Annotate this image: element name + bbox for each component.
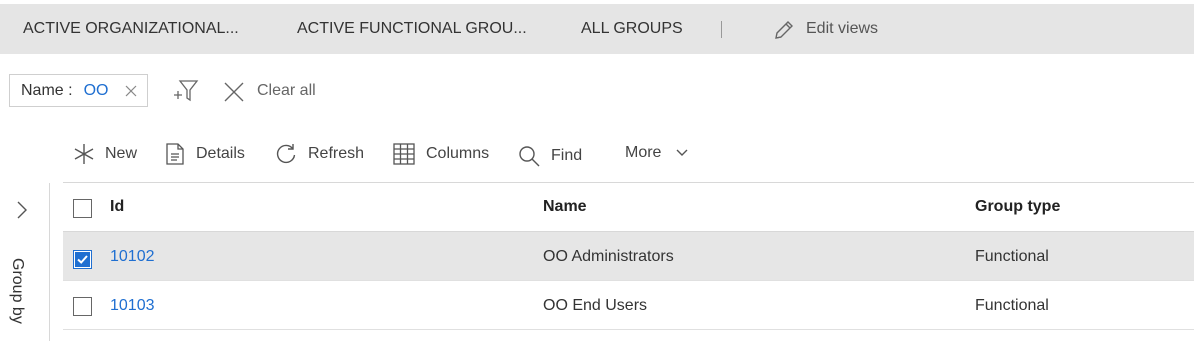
tab-active-organizational[interactable]: ACTIVE ORGANIZATIONAL...	[23, 4, 239, 54]
column-header-group-type[interactable]: Group type	[975, 183, 1060, 232]
table-columns-icon	[393, 143, 415, 165]
tab-all-groups[interactable]: ALL GROUPS	[581, 4, 683, 54]
details-label: Details	[196, 145, 245, 162]
filter-value: OO	[83, 82, 109, 99]
row-group-type: Functional	[975, 297, 1049, 314]
refresh-icon	[276, 144, 296, 164]
more-label: More	[625, 144, 662, 161]
find-label: Find	[551, 147, 583, 164]
column-header-name[interactable]: Name	[543, 183, 587, 232]
close-icon	[224, 82, 244, 102]
row-group-type: Functional	[975, 248, 1049, 265]
table-header-row: Id Name Group type	[63, 183, 1194, 232]
columns-button[interactable]: Columns	[393, 141, 489, 167]
checkmark-icon	[75, 252, 90, 267]
pencil-icon	[775, 21, 793, 39]
columns-label: Columns	[426, 145, 490, 162]
document-icon	[166, 143, 184, 165]
row-name: OO End Users	[543, 297, 648, 314]
row-name: OO Administrators	[543, 248, 674, 265]
view-tab-bar: ACTIVE ORGANIZATIONAL... ACTIVE FUNCTION…	[0, 4, 1194, 54]
chevron-down-icon	[676, 149, 688, 156]
clear-all-label: Clear all	[257, 82, 316, 99]
search-icon	[519, 146, 540, 167]
column-header-id[interactable]: Id	[110, 183, 124, 232]
table-row[interactable]: 10102 OO Administrators Functional	[63, 232, 1194, 281]
filter-key: Name :	[21, 82, 73, 99]
group-by-label[interactable]: Group by	[8, 258, 26, 324]
refresh-label: Refresh	[308, 145, 365, 162]
clear-all-button[interactable]: Clear all	[223, 78, 316, 104]
asterisk-icon	[74, 144, 94, 164]
row-checkbox[interactable]	[73, 297, 92, 316]
new-label: New	[105, 145, 138, 162]
edit-views-label: Edit views	[806, 20, 879, 37]
chevron-right-icon[interactable]	[16, 200, 28, 220]
table-row[interactable]: 10103 OO End Users Functional	[63, 281, 1194, 330]
tab-active-functional-groups[interactable]: ACTIVE FUNCTIONAL GROU...	[297, 4, 527, 54]
row-id-link[interactable]: 10103	[110, 281, 155, 330]
tab-divider	[721, 21, 722, 38]
row-checkbox[interactable]	[73, 250, 92, 269]
add-filter-icon[interactable]	[172, 77, 200, 105]
row-id-link[interactable]: 10102	[110, 232, 155, 281]
refresh-button[interactable]: Refresh	[275, 141, 364, 167]
filter-chip-name[interactable]: Name : OO	[9, 74, 148, 107]
find-button[interactable]: Find	[518, 143, 582, 169]
remove-filter-icon[interactable]	[125, 85, 137, 97]
edit-views-button[interactable]: Edit views	[773, 4, 878, 54]
select-all-checkbox[interactable]	[73, 199, 92, 218]
groups-table: Id Name Group type 10102 OO Administrato…	[63, 182, 1194, 341]
more-button[interactable]: More	[625, 140, 688, 166]
new-button[interactable]: New	[73, 141, 137, 167]
details-button[interactable]: Details	[165, 141, 245, 167]
